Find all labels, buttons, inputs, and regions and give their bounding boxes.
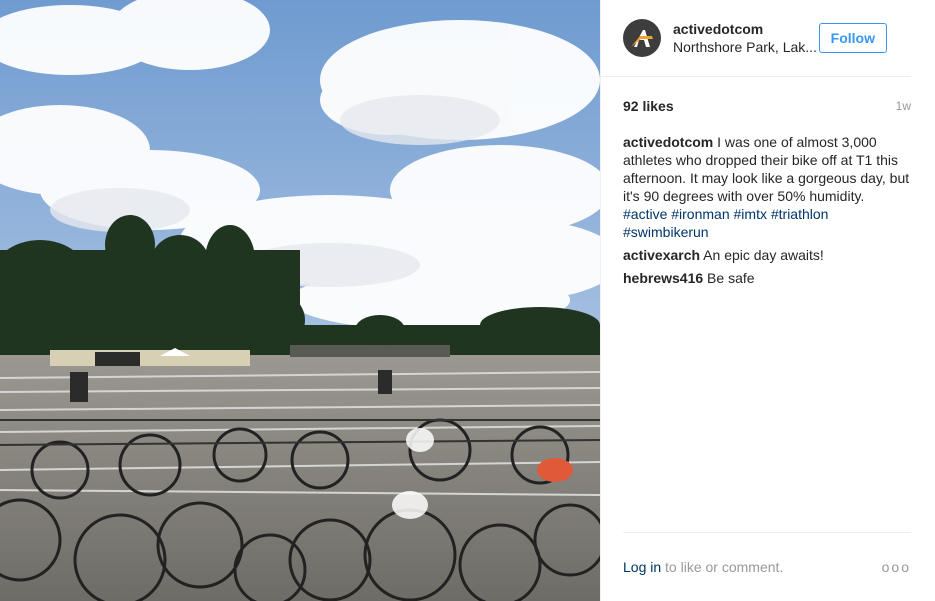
likes-count[interactable]: 92 likes [623, 98, 674, 114]
caption-username[interactable]: activedotcom [623, 134, 713, 150]
comment-username[interactable]: activexarch [623, 247, 700, 263]
caption: activedotcom I was one of almost 3,000 a… [623, 133, 911, 241]
comment-item: activexarch An epic day awaits! [623, 246, 911, 264]
post-sidebar: activedotcom Northshore Park, Lak... Fol… [600, 0, 935, 601]
more-options-icon[interactable]: ooo [882, 559, 911, 575]
user-block: activedotcom Northshore Park, Lak... [673, 20, 819, 56]
bike-transition-area-photo [0, 0, 600, 601]
login-link[interactable]: Log in [623, 559, 661, 575]
comment-text: An epic day awaits! [700, 247, 824, 263]
post-container: activedotcom Northshore Park, Lak... Fol… [0, 0, 935, 601]
hashtag[interactable]: #active [623, 206, 667, 222]
post-meta: 92 likes 1w [623, 77, 911, 114]
hashtag[interactable]: #ironman [671, 206, 729, 222]
comments-list: activedotcom I was one of almost 3,000 a… [623, 114, 911, 287]
post-footer: Log in to like or comment. ooo [623, 532, 911, 601]
avatar[interactable] [623, 19, 661, 57]
login-prompt-text: to like or comment. [661, 559, 784, 575]
login-prompt: Log in to like or comment. [623, 559, 783, 575]
comment-item: hebrews416 Be safe [623, 269, 911, 287]
post-header: activedotcom Northshore Park, Lak... Fol… [601, 0, 911, 77]
active-logo-icon [631, 30, 653, 47]
post-location[interactable]: Northshore Park, Lak... [673, 38, 819, 56]
comment-username[interactable]: hebrews416 [623, 270, 703, 286]
post-time[interactable]: 1w [896, 99, 911, 113]
hashtag[interactable]: #swimbikerun [623, 224, 709, 240]
follow-button[interactable]: Follow [818, 23, 887, 53]
hashtag[interactable]: #imtx [734, 206, 767, 222]
post-username[interactable]: activedotcom [673, 20, 819, 38]
hashtag[interactable]: #triathlon [771, 206, 829, 222]
comment-text: Be safe [703, 270, 755, 286]
post-photo[interactable] [0, 0, 600, 601]
